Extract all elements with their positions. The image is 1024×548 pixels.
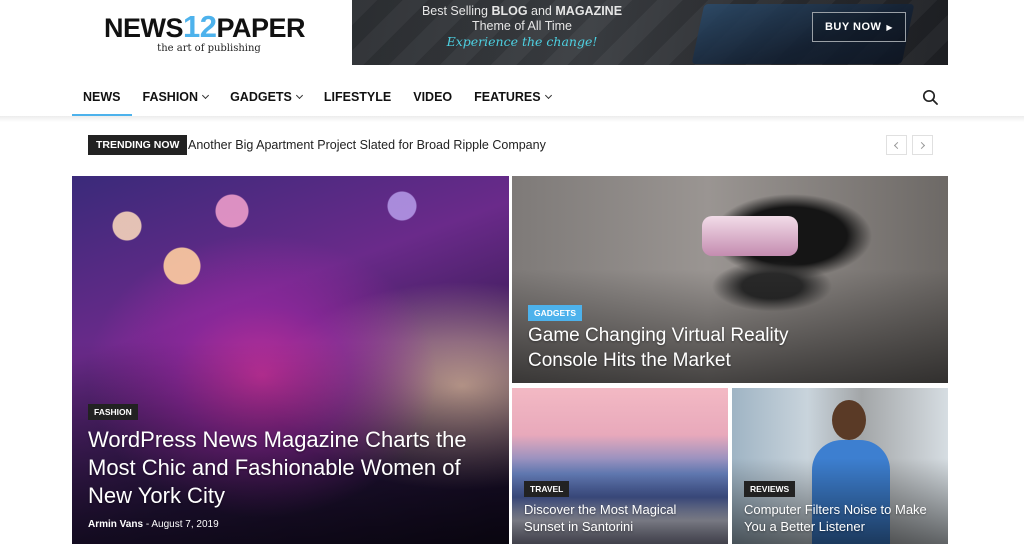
- featured-article-reviews[interactable]: REVIEWS Computer Filters Noise to Make Y…: [732, 388, 948, 544]
- trending-next-button[interactable]: [912, 135, 933, 155]
- buy-now-label: BUY NOW: [824, 21, 882, 33]
- chevron-right-icon: [917, 141, 926, 149]
- nav-divider: [0, 116, 1024, 122]
- main-navigation: NEWS FASHION GADGETS LIFESTYLE VIDEO FEA…: [72, 78, 948, 116]
- banner-text-c: and: [531, 4, 552, 18]
- nav-item-fashion[interactable]: FASHION: [132, 78, 220, 116]
- logo-number: 12: [183, 9, 217, 44]
- category-badge[interactable]: FASHION: [88, 404, 138, 420]
- buy-now-button[interactable]: BUY NOW ▶: [812, 12, 906, 42]
- article-title[interactable]: WordPress News Magazine Charts the Most …: [88, 426, 468, 510]
- search-icon[interactable]: [922, 89, 938, 105]
- chevron-left-icon: [893, 141, 902, 149]
- featured-article-main[interactable]: FASHION WordPress News Magazine Charts t…: [72, 176, 509, 544]
- logo-wordmark: NEWS12PAPER: [104, 9, 306, 45]
- nav-label: VIDEO: [413, 90, 453, 104]
- category-badge[interactable]: REVIEWS: [744, 481, 796, 497]
- banner-text-b: BLOG: [491, 4, 528, 18]
- author-name[interactable]: Armin Vans: [88, 519, 143, 530]
- nav-item-lifestyle[interactable]: LIFESTYLE: [313, 78, 402, 116]
- site-logo[interactable]: NEWS12PAPER the art of publishing: [104, 9, 306, 60]
- nav-item-video[interactable]: VIDEO: [402, 78, 463, 116]
- nav-label: FASHION: [142, 90, 199, 104]
- category-badge[interactable]: GADGETS: [528, 305, 583, 321]
- banner-line-3: Experience the change!: [446, 34, 598, 49]
- featured-article-gadgets[interactable]: GADGETS Game Changing Virtual Reality Co…: [512, 176, 948, 383]
- article-title[interactable]: Discover the Most Magical Sunset in Sant…: [524, 501, 714, 535]
- nav-item-news[interactable]: NEWS: [72, 78, 132, 116]
- banner-text-a: Best Selling: [421, 4, 488, 18]
- trending-headline-link[interactable]: Another Big Apartment Project Slated for…: [188, 138, 546, 152]
- post-date: August 7, 2019: [151, 519, 219, 530]
- nav-label: LIFESTYLE: [323, 90, 392, 104]
- header-ad-banner[interactable]: Best Selling BLOG and MAGAZINE Theme of …: [352, 0, 948, 65]
- article-meta: Armin Vans - August 7, 2019: [88, 519, 219, 530]
- nav-item-features[interactable]: FEATURES: [463, 78, 561, 116]
- caret-right-icon: ▶: [886, 22, 894, 32]
- article-title[interactable]: Computer Filters Noise to Make You a Bet…: [744, 501, 940, 535]
- nav-label: GADGETS: [230, 90, 292, 104]
- nav-label: NEWS: [83, 90, 121, 104]
- chevron-down-icon: [544, 91, 552, 100]
- chevron-down-icon: [202, 91, 210, 100]
- trending-prev-button[interactable]: [886, 135, 907, 155]
- trending-label: TRENDING NOW: [88, 135, 188, 155]
- chevron-down-icon: [295, 91, 303, 100]
- banner-copy: Best Selling BLOG and MAGAZINE Theme of …: [392, 4, 652, 49]
- logo-prefix: NEWS: [104, 13, 184, 43]
- article-title[interactable]: Game Changing Virtual Reality Console Hi…: [528, 323, 828, 373]
- nav-item-gadgets[interactable]: GADGETS: [219, 78, 313, 116]
- banner-line-2: Theme of All Time: [471, 19, 573, 33]
- category-badge[interactable]: TRAVEL: [524, 481, 570, 497]
- nav-label: FEATURES: [474, 90, 541, 104]
- banner-text-d: MAGAZINE: [555, 4, 623, 18]
- logo-suffix: PAPER: [216, 13, 306, 43]
- featured-article-travel[interactable]: TRAVEL Discover the Most Magical Sunset …: [512, 388, 728, 544]
